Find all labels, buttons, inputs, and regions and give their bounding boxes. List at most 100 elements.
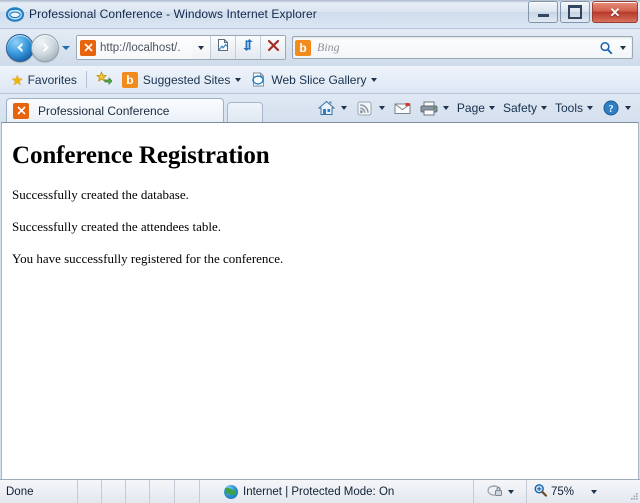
ie-browser-window: Professional Conference - Windows Intern… <box>0 0 640 503</box>
printer-icon <box>419 101 439 116</box>
suggested-sites-button[interactable]: b Suggested Sites <box>117 69 246 91</box>
status-segment-5 <box>175 480 200 503</box>
privacy-report-button[interactable] <box>474 480 527 503</box>
privacy-report-icon <box>486 483 503 501</box>
status-text: Done <box>0 480 78 503</box>
web-slice-gallery-label: Web Slice Gallery <box>271 72 367 87</box>
chevron-down-icon[interactable] <box>507 489 514 494</box>
status-message-table: Successfully created the attendees table… <box>12 219 221 234</box>
help-button[interactable]: ? <box>598 97 636 119</box>
chevron-down-icon <box>371 77 378 82</box>
home-icon <box>317 100 337 116</box>
address-dropdown-button[interactable] <box>192 36 211 59</box>
globe-icon <box>224 484 238 499</box>
address-input[interactable]: http://localhost/. <box>77 36 192 59</box>
ie-page-icon <box>251 72 266 87</box>
home-button[interactable] <box>314 97 352 119</box>
rss-feed-icon <box>355 101 375 116</box>
security-zone-indicator[interactable]: Internet | Protected Mode: On <box>200 480 474 503</box>
resize-grip[interactable] <box>629 492 639 502</box>
site-favicon-icon <box>13 102 29 119</box>
close-icon: ✕ <box>609 4 621 20</box>
status-message-database: Successfully created the database. <box>12 187 189 202</box>
forward-arrow-icon <box>32 35 58 61</box>
page-menu[interactable]: Page <box>454 97 500 119</box>
add-to-favorites-bar-button[interactable] <box>91 69 117 91</box>
favorites-button[interactable]: ★ Favorites <box>6 69 82 91</box>
chevron-down-icon[interactable] <box>625 106 631 110</box>
bing-icon: b <box>121 71 138 88</box>
back-button[interactable] <box>6 33 34 62</box>
compatibility-view-button[interactable] <box>211 36 236 59</box>
address-text: http://localhost/. <box>100 41 181 54</box>
suggested-sites-label: Suggested Sites <box>142 72 231 87</box>
zoom-level-label: 75% <box>551 485 575 498</box>
refresh-button[interactable] <box>236 36 261 59</box>
chevron-down-icon[interactable] <box>591 489 598 494</box>
bing-icon: b <box>295 39 311 56</box>
navigation-toolbar: http://localhost/. b Bing <box>0 29 640 66</box>
status-bar: Done Internet | Protected Mode: On 75% <box>0 479 640 503</box>
zoom-control[interactable]: 75% <box>527 480 629 503</box>
tools-menu[interactable]: Tools <box>552 97 598 119</box>
stop-x-icon <box>267 39 280 57</box>
maximize-button[interactable] <box>560 1 590 23</box>
page-title: Conference Registration <box>12 142 270 169</box>
help-icon: ? <box>601 100 621 116</box>
minimize-icon <box>537 13 549 17</box>
minimize-button[interactable] <box>528 1 558 23</box>
command-bar: Page Safety Tools ? <box>314 94 640 122</box>
tab-professional-conference[interactable]: Professional Conference <box>6 98 224 122</box>
chevron-down-icon[interactable] <box>442 106 449 110</box>
chevron-down-icon <box>198 45 204 50</box>
chevron-down-icon[interactable] <box>340 106 347 110</box>
refresh-icon <box>241 38 255 57</box>
favorites-bar: ★ Favorites b Suggested Sites Web Slice … <box>0 66 640 94</box>
web-page: Conference Registration Successfully cre… <box>2 123 638 267</box>
chevron-down-icon <box>61 45 70 50</box>
safety-menu[interactable]: Safety <box>500 97 552 119</box>
search-placeholder: Bing <box>317 40 340 54</box>
chevron-down-icon <box>619 45 626 50</box>
window-controls: ✕ <box>528 1 638 23</box>
security-zone-label: Internet | Protected Mode: On <box>243 485 395 498</box>
address-bar: http://localhost/. <box>76 35 286 60</box>
web-slice-gallery-button[interactable]: Web Slice Gallery <box>246 69 382 91</box>
close-button[interactable]: ✕ <box>592 1 638 23</box>
feeds-button[interactable] <box>352 97 390 119</box>
status-segment-1 <box>78 480 102 503</box>
back-arrow-icon <box>7 35 33 61</box>
search-provider-dropdown[interactable] <box>615 45 630 50</box>
chevron-down-icon[interactable] <box>378 106 385 110</box>
site-favicon-icon <box>80 39 96 56</box>
search-go-button[interactable] <box>597 41 615 55</box>
tab-bar: Professional Conference Page Safety Tool… <box>0 94 640 122</box>
star-icon: ★ <box>11 71 24 88</box>
safety-menu-label: Safety <box>502 101 537 115</box>
tools-menu-label: Tools <box>554 101 583 115</box>
chevron-down-icon <box>587 106 593 110</box>
page-content-area: Conference Registration Successfully cre… <box>1 122 639 479</box>
stop-button[interactable] <box>261 36 285 59</box>
title-bar: Professional Conference - Windows Intern… <box>0 0 640 29</box>
status-segment-4 <box>150 480 175 503</box>
maximize-icon <box>568 5 582 19</box>
favorites-label: Favorites <box>27 72 77 87</box>
new-tab-button[interactable] <box>227 102 263 122</box>
internet-explorer-icon <box>5 5 25 23</box>
status-segment-2 <box>102 480 126 503</box>
chevron-down-icon <box>488 106 495 110</box>
status-message-registration: You have successfully registered for the… <box>12 251 284 266</box>
recent-pages-dropdown[interactable] <box>59 35 72 61</box>
chevron-down-icon <box>540 106 547 110</box>
read-mail-button[interactable] <box>390 97 416 119</box>
window-title: Professional Conference - Windows Intern… <box>29 7 317 21</box>
search-input[interactable]: b Bing <box>292 36 633 59</box>
broken-page-icon <box>216 38 230 57</box>
page-menu-label: Page <box>456 101 485 115</box>
star-arrow-icon <box>95 70 113 89</box>
forward-button[interactable] <box>31 33 59 62</box>
toolbar-divider <box>85 71 87 88</box>
print-button[interactable] <box>416 97 454 119</box>
zoom-magnifier-icon <box>533 483 548 501</box>
